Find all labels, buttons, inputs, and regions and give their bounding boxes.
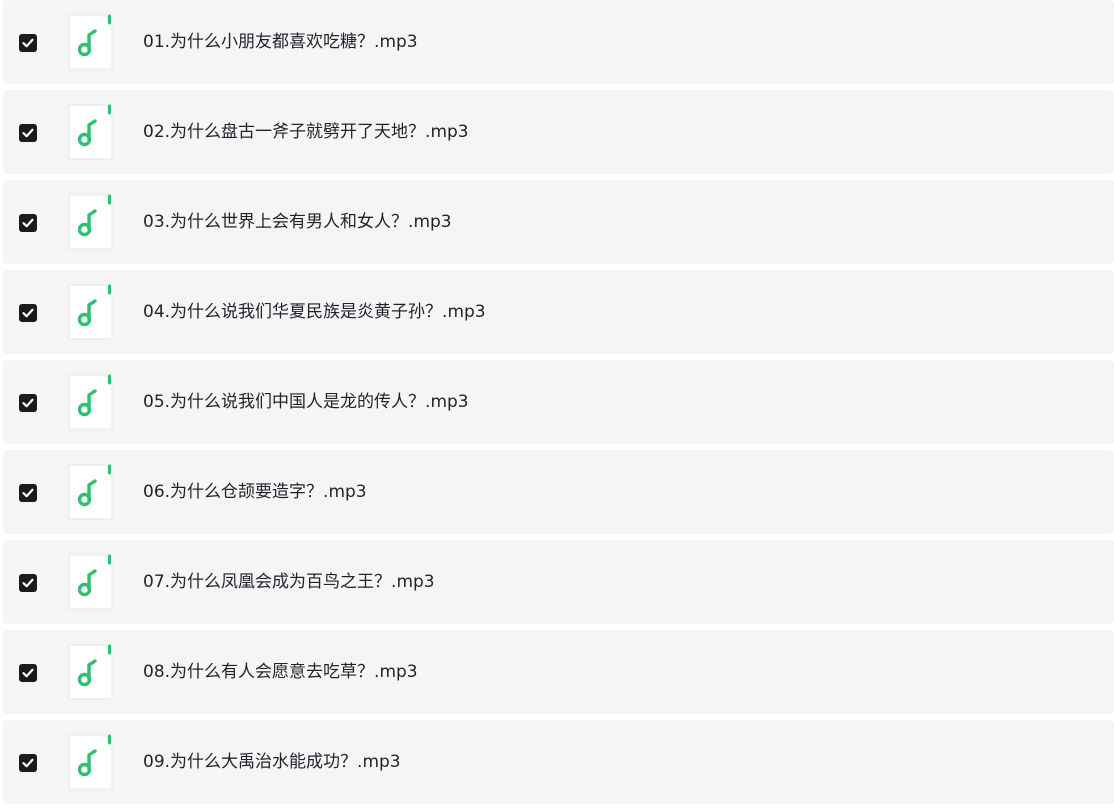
file-name: 05.为什么说我们中国人是龙的传人？.mp3 — [143, 392, 469, 412]
file-name: 07.为什么凤凰会成为百鸟之王？.mp3 — [143, 572, 435, 592]
checkbox-checked[interactable] — [19, 214, 37, 232]
file-name: 01.为什么小朋友都喜欢吃糖？.mp3 — [143, 32, 418, 52]
file-name: 04.为什么说我们华夏民族是炎黄子孙？.mp3 — [143, 302, 486, 322]
checkmark-icon — [22, 308, 34, 318]
music-note-icon — [65, 554, 113, 610]
file-name: 06.为什么仓颉要造字？.mp3 — [143, 482, 367, 502]
checkbox-checked[interactable] — [19, 124, 37, 142]
music-note-icon — [65, 104, 113, 160]
checkbox-checked[interactable] — [19, 664, 37, 682]
file-name: 03.为什么世界上会有男人和女人？.mp3 — [143, 212, 452, 232]
file-row[interactable]: 06.为什么仓颉要造字？.mp3 — [3, 450, 1114, 534]
music-note-icon — [65, 194, 113, 250]
file-name: 08.为什么有人会愿意去吃草？.mp3 — [143, 662, 418, 682]
file-name: 02.为什么盘古一斧子就劈开了天地？.mp3 — [143, 122, 469, 142]
music-note-icon — [65, 374, 113, 430]
music-note-icon — [65, 464, 113, 520]
file-row[interactable]: 08.为什么有人会愿意去吃草？.mp3 — [3, 630, 1114, 714]
file-row[interactable]: 02.为什么盘古一斧子就劈开了天地？.mp3 — [3, 90, 1114, 174]
checkmark-icon — [22, 758, 34, 768]
music-note-icon — [65, 644, 113, 700]
checkmark-icon — [22, 578, 34, 588]
checkbox-checked[interactable] — [19, 394, 37, 412]
file-name: 09.为什么大禹治水能成功？.mp3 — [143, 752, 401, 772]
checkmark-icon — [22, 128, 34, 138]
file-row[interactable]: 03.为什么世界上会有男人和女人？.mp3 — [3, 180, 1114, 264]
checkmark-icon — [22, 398, 34, 408]
music-note-icon — [65, 14, 113, 70]
file-row[interactable]: 09.为什么大禹治水能成功？.mp3 — [3, 720, 1114, 804]
music-note-icon — [65, 284, 113, 340]
checkbox-checked[interactable] — [19, 574, 37, 592]
file-row[interactable]: 07.为什么凤凰会成为百鸟之王？.mp3 — [3, 540, 1114, 624]
checkmark-icon — [22, 488, 34, 498]
music-note-icon — [65, 734, 113, 790]
checkbox-checked[interactable] — [19, 754, 37, 772]
checkmark-icon — [22, 38, 34, 48]
file-row[interactable]: 04.为什么说我们华夏民族是炎黄子孙？.mp3 — [3, 270, 1114, 354]
checkbox-checked[interactable] — [19, 484, 37, 502]
file-row[interactable]: 01.为什么小朋友都喜欢吃糖？.mp3 — [3, 0, 1114, 84]
file-row[interactable]: 05.为什么说我们中国人是龙的传人？.mp3 — [3, 360, 1114, 444]
checkmark-icon — [22, 668, 34, 678]
file-list: 01.为什么小朋友都喜欢吃糖？.mp3 02.为什么盘古一斧子就劈开了天地？.m… — [0, 0, 1114, 810]
checkmark-icon — [22, 218, 34, 228]
checkbox-checked[interactable] — [19, 34, 37, 52]
checkbox-checked[interactable] — [19, 304, 37, 322]
